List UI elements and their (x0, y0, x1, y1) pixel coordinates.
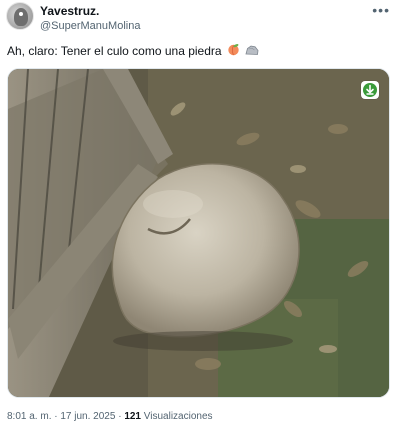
download-icon[interactable] (361, 81, 379, 99)
tweet-header: Yavestruz. @SuperManuMolina ••• (0, 0, 400, 36)
view-count: 121 (124, 411, 141, 422)
tweet-text-body: Ah, claro: Tener el culo como una piedra (7, 44, 222, 58)
author-display-name[interactable]: Yavestruz. (40, 4, 140, 18)
tweet-metadata: 8:01 a. m. · 17 jun. 2025 · 121 Visualiz… (7, 411, 213, 422)
meta-separator: · (115, 411, 125, 422)
tweet-media-image[interactable] (7, 68, 390, 398)
tweet-date[interactable]: 17 jun. 2025 (60, 411, 115, 422)
rock-icon (245, 44, 259, 60)
author-block[interactable]: Yavestruz. @SuperManuMolina (40, 4, 140, 33)
ostrich-icon (14, 8, 28, 26)
more-options-icon[interactable]: ••• (372, 2, 390, 18)
views-label: Visualizaciones (143, 411, 213, 422)
tweet-text: Ah, claro: Tener el culo como una piedra (7, 43, 259, 60)
author-handle[interactable]: @SuperManuMolina (40, 19, 140, 33)
peach-icon (227, 43, 240, 60)
stone-photo (8, 69, 389, 397)
avatar[interactable] (6, 2, 34, 30)
tweet-time[interactable]: 8:01 a. m. (7, 411, 51, 422)
avatar-eye (19, 12, 23, 16)
